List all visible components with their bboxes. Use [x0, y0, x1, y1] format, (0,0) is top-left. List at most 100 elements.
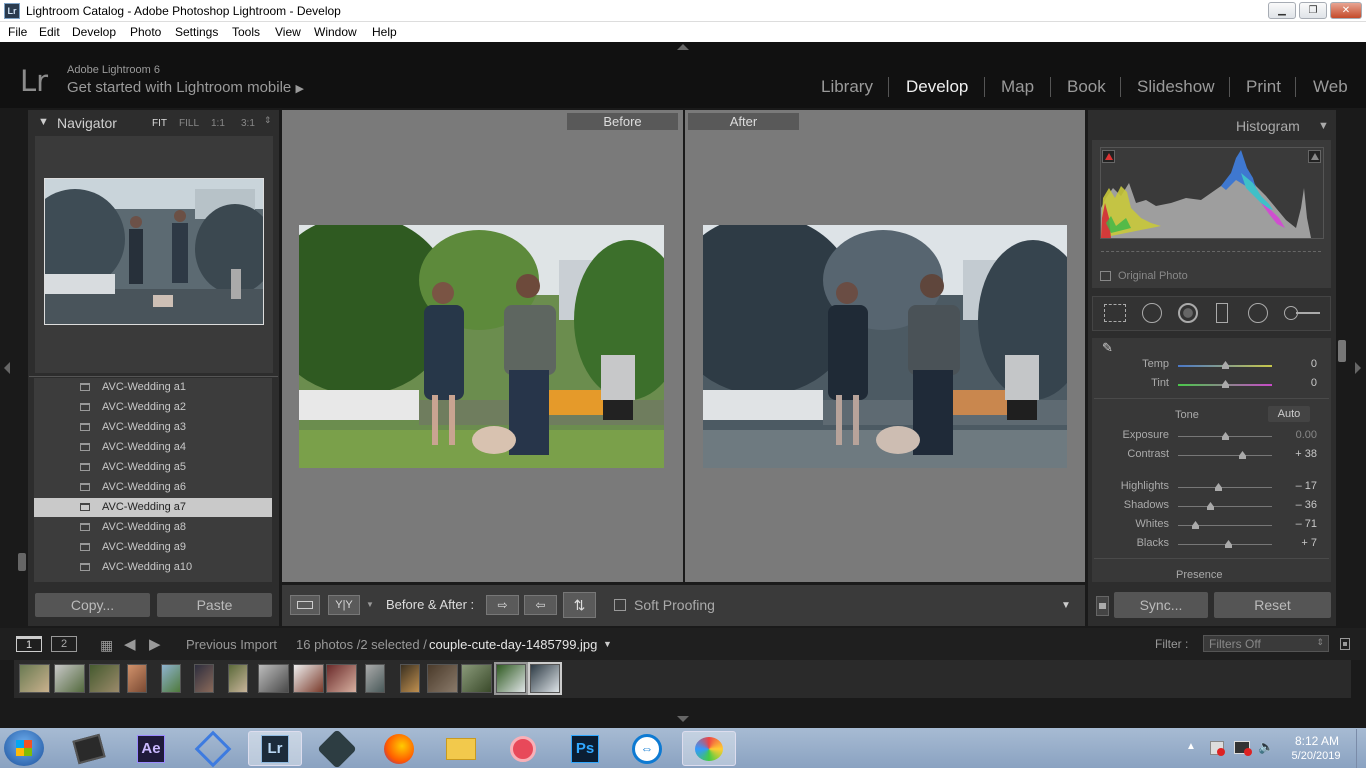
copy-before-to-after-button[interactable]: ⇨ — [486, 595, 519, 615]
shadows-value[interactable]: – 36 — [1267, 499, 1317, 511]
filmstrip-thumb[interactable] — [161, 664, 181, 693]
filmstrip-thumb[interactable] — [400, 664, 420, 693]
blacks-value[interactable]: + 7 — [1267, 537, 1317, 549]
copy-after-to-before-button[interactable]: ⇦ — [524, 595, 557, 615]
module-book[interactable]: Book — [1067, 77, 1106, 97]
list-item[interactable]: AVC-Wedding a3 — [34, 418, 272, 437]
module-slideshow[interactable]: Slideshow — [1137, 77, 1215, 97]
tint-slider[interactable] — [1178, 380, 1272, 388]
highlight-clipping-icon[interactable] — [1308, 150, 1321, 163]
whites-slider[interactable] — [1178, 521, 1272, 529]
volume-icon[interactable]: 🔈 — [1258, 739, 1274, 755]
swap-before-after-button[interactable]: ⇅ — [563, 592, 596, 618]
list-item[interactable]: AVC-Wedding a6 — [34, 478, 272, 497]
temp-slider[interactable] — [1178, 361, 1272, 369]
list-item[interactable]: AVC-Wedding a8 — [34, 518, 272, 537]
filter-lock-icon[interactable] — [1340, 638, 1350, 650]
back-arrow-icon[interactable]: ◀ — [124, 635, 136, 653]
paste-button[interactable]: Paste — [157, 593, 272, 617]
module-library[interactable]: Library — [821, 77, 873, 97]
menu-help[interactable]: Help — [372, 25, 397, 39]
crop-tool-icon[interactable] — [1104, 304, 1126, 322]
start-button[interactable] — [4, 730, 44, 766]
copy-button[interactable]: Copy... — [35, 593, 150, 617]
highlights-slider[interactable] — [1178, 483, 1272, 491]
filmstrip-thumb[interactable] — [54, 664, 85, 693]
filmstrip-thumb[interactable] — [89, 664, 120, 693]
contrast-slider[interactable] — [1178, 451, 1272, 459]
menu-tools[interactable]: Tools — [232, 25, 260, 39]
shadows-slider[interactable] — [1178, 502, 1272, 510]
filmstrip-thumb[interactable] — [326, 664, 357, 693]
restore-button[interactable]: ❐ — [1299, 2, 1327, 19]
white-balance-picker-icon[interactable]: ✎ — [1102, 340, 1113, 356]
module-develop[interactable]: Develop — [906, 77, 968, 97]
filmstrip-thumb[interactable] — [427, 664, 458, 693]
before-photo[interactable] — [264, 215, 684, 468]
menu-edit[interactable]: Edit — [39, 25, 60, 39]
navigator-collapse-icon[interactable]: ▼ — [38, 116, 49, 128]
filmstrip-thumb[interactable] — [461, 664, 492, 693]
filmstrip-thumb[interactable] — [19, 664, 50, 693]
list-item-selected[interactable]: AVC-Wedding a7 — [34, 498, 272, 517]
menu-photo[interactable]: Photo — [130, 25, 161, 39]
spot-removal-icon[interactable] — [1142, 303, 1162, 323]
zoom-stepper-icon[interactable]: ⇕ — [264, 115, 272, 126]
right-scrollbar-thumb[interactable] — [1338, 340, 1346, 362]
contrast-value[interactable]: + 38 — [1267, 448, 1317, 460]
zoom-fill[interactable]: FILL — [179, 118, 199, 129]
filmstrip-thumb-active[interactable] — [530, 664, 560, 693]
secondary-window-button[interactable]: 2 — [51, 636, 77, 652]
module-print[interactable]: Print — [1246, 77, 1281, 97]
list-item[interactable]: AVC-Wedding a1 — [34, 378, 272, 397]
minimize-button[interactable]: ▁ — [1268, 2, 1296, 19]
collapse-left-arrow-icon[interactable] — [4, 362, 10, 374]
sync-button[interactable]: Sync... — [1114, 592, 1208, 618]
view-mode-dropdown-icon[interactable]: ▼ — [366, 600, 374, 609]
menu-file[interactable]: File — [8, 25, 27, 39]
exposure-slider[interactable] — [1178, 432, 1272, 440]
menu-window[interactable]: Window — [314, 25, 357, 39]
toolbar-content-dropdown-icon[interactable]: ▼ — [1061, 600, 1071, 611]
taskbar-network-app[interactable] — [186, 730, 240, 767]
radial-filter-icon[interactable] — [1248, 303, 1268, 323]
taskbar-filmora[interactable] — [310, 728, 364, 768]
taskbar-video-editor[interactable] — [62, 731, 116, 766]
zoom-1-1[interactable]: 1:1 — [211, 118, 225, 129]
clock-time[interactable]: 8:12 AM — [1287, 734, 1347, 748]
show-desktop-button[interactable] — [1356, 729, 1366, 768]
navigator-preview[interactable] — [25, 178, 275, 325]
menu-view[interactable]: View — [275, 25, 301, 39]
filter-dropdown[interactable]: Filters Off ⇕ — [1203, 635, 1329, 652]
module-web[interactable]: Web — [1313, 77, 1348, 97]
reset-button[interactable]: Reset — [1214, 592, 1331, 618]
list-item[interactable]: AVC-Wedding a4 — [34, 438, 272, 457]
histogram-collapse-icon[interactable]: ▼ — [1318, 120, 1329, 132]
filmstrip-source[interactable]: Previous Import — [186, 637, 277, 652]
filename-dropdown-icon[interactable]: ▼ — [603, 639, 612, 649]
exposure-value[interactable]: 0.00 — [1267, 429, 1317, 441]
list-item[interactable]: AVC-Wedding a9 — [34, 538, 272, 557]
red-eye-icon[interactable] — [1178, 303, 1198, 323]
loupe-view-button[interactable] — [290, 595, 320, 615]
filmstrip-thumb[interactable] — [293, 664, 324, 693]
graduated-filter-icon[interactable] — [1216, 303, 1228, 323]
taskbar-screen-recorder[interactable] — [496, 731, 550, 766]
action-center-icon[interactable] — [1210, 741, 1225, 756]
temp-value[interactable]: 0 — [1267, 358, 1317, 370]
before-after-mode-button[interactable]: Y|Y — [328, 595, 360, 615]
taskbar-photoshop[interactable]: Ps — [558, 731, 612, 766]
filmstrip-thumb[interactable] — [258, 664, 289, 693]
network-status-icon[interactable] — [1234, 741, 1252, 756]
collapse-top-arrow-icon[interactable] — [677, 44, 689, 50]
tint-value[interactable]: 0 — [1267, 377, 1317, 389]
shadow-clipping-icon[interactable] — [1102, 150, 1115, 163]
after-photo[interactable] — [668, 215, 1088, 468]
menu-settings[interactable]: Settings — [175, 25, 218, 39]
sync-switch[interactable] — [1096, 596, 1109, 616]
filmstrip-thumb[interactable] — [228, 664, 248, 693]
main-window-button[interactable]: 1 — [16, 636, 42, 652]
left-scrollbar-thumb[interactable] — [18, 553, 26, 571]
filmstrip-thumb[interactable] — [365, 664, 385, 693]
filmstrip-thumb[interactable] — [127, 664, 147, 693]
